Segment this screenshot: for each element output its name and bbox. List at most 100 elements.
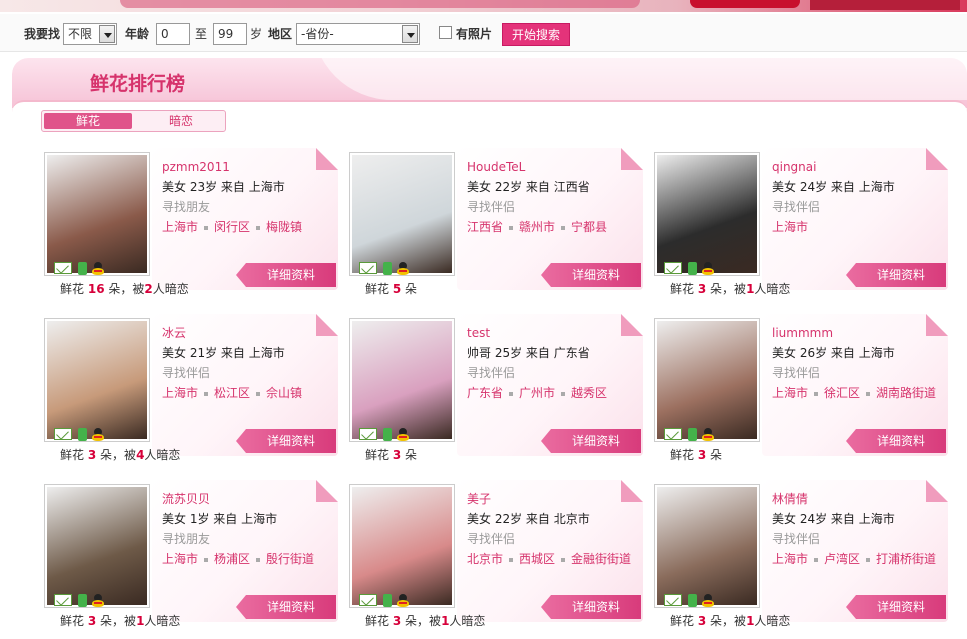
detail-button[interactable]: 详细资料	[541, 263, 641, 287]
qq-icon[interactable]	[92, 428, 104, 441]
detail-button[interactable]: 详细资料	[541, 429, 641, 453]
has-photo-checkbox[interactable]	[439, 26, 452, 39]
location-link[interactable]: 湖南路街道	[876, 386, 936, 400]
member-nickname[interactable]: qingnai	[772, 160, 816, 174]
phone-icon[interactable]	[383, 428, 392, 441]
mail-icon[interactable]	[54, 262, 72, 274]
qq-icon[interactable]	[702, 428, 714, 441]
member-nickname[interactable]: test	[467, 326, 490, 340]
phone-icon[interactable]	[688, 428, 697, 441]
location-link[interactable]: 闵行区	[214, 220, 250, 234]
phone-icon[interactable]	[688, 594, 697, 607]
member-photo[interactable]	[44, 152, 150, 276]
phone-icon[interactable]	[688, 262, 697, 275]
location-link[interactable]: 广东省	[467, 386, 503, 400]
member-photo[interactable]	[349, 152, 455, 276]
separator-dot	[561, 557, 566, 562]
phone-icon[interactable]	[78, 428, 87, 441]
location-link[interactable]: 佘山镇	[266, 386, 302, 400]
member-photo[interactable]	[654, 318, 760, 442]
location-link[interactable]: 上海市	[162, 386, 198, 400]
member-nickname[interactable]: HoudeTeL	[467, 160, 525, 174]
member-photo[interactable]	[349, 318, 455, 442]
location-link[interactable]: 金融街街道	[571, 552, 631, 566]
gender-value: 不限	[68, 27, 93, 41]
qq-icon[interactable]	[397, 262, 409, 275]
qq-icon[interactable]	[397, 594, 409, 607]
age-max-input[interactable]: 99	[213, 23, 247, 45]
mail-icon[interactable]	[359, 262, 377, 274]
tab-crush[interactable]: 暗恋	[138, 113, 224, 129]
phone-icon[interactable]	[78, 594, 87, 607]
mail-icon[interactable]	[664, 262, 682, 274]
location-link[interactable]: 上海市	[162, 220, 198, 234]
detail-button[interactable]: 详细资料	[236, 263, 336, 287]
location-link[interactable]: 越秀区	[571, 386, 607, 400]
mail-icon[interactable]	[664, 428, 682, 440]
member-description: 美女 24岁 来自 上海市	[772, 512, 895, 526]
member-nickname[interactable]: pzmm2011	[162, 160, 230, 174]
location-link[interactable]: 杨浦区	[214, 552, 250, 566]
member-photo[interactable]	[44, 484, 150, 608]
qq-icon[interactable]	[397, 428, 409, 441]
gender-select[interactable]: 不限	[63, 23, 117, 45]
qq-icon[interactable]	[92, 262, 104, 275]
location-link[interactable]: 赣州市	[519, 220, 555, 234]
location-link[interactable]: 上海市	[772, 220, 808, 234]
member-nickname[interactable]: 美子	[467, 492, 491, 506]
location-link[interactable]: 卢湾区	[824, 552, 860, 566]
location-link[interactable]: 上海市	[772, 552, 808, 566]
tab-bar: 鲜花 暗恋	[41, 110, 226, 132]
location-link[interactable]: 江西省	[467, 220, 503, 234]
mail-icon[interactable]	[664, 594, 682, 606]
qq-icon[interactable]	[92, 594, 104, 607]
mail-icon[interactable]	[54, 428, 72, 440]
tab-flowers[interactable]: 鲜花	[44, 113, 132, 129]
age-to-label: 至	[195, 27, 208, 41]
member-purpose: 寻找朋友	[162, 200, 211, 214]
member-card: liummmm 美女 26岁 来自 上海市 寻找伴侣 上海市 徐汇区 湖南路街道 详细资料鲜…	[654, 314, 954, 478]
detail-button[interactable]: 详细资料	[846, 429, 946, 453]
location-link[interactable]: 上海市	[162, 552, 198, 566]
member-photo[interactable]	[654, 152, 760, 276]
location-link[interactable]: 西城区	[519, 552, 555, 566]
mail-icon[interactable]	[359, 428, 377, 440]
member-nickname[interactable]: liummmm	[772, 326, 833, 340]
location-link[interactable]: 徐汇区	[824, 386, 860, 400]
location-link[interactable]: 宁都县	[571, 220, 607, 234]
location-link[interactable]: 北京市	[467, 552, 503, 566]
location-link[interactable]: 广州市	[519, 386, 555, 400]
member-description: 美女 22岁 来自 北京市	[467, 512, 590, 526]
phone-icon[interactable]	[383, 594, 392, 607]
separator-dot	[256, 391, 261, 396]
member-nickname[interactable]: 流苏贝贝	[162, 492, 210, 506]
member-photo[interactable]	[44, 318, 150, 442]
mail-icon[interactable]	[359, 594, 377, 606]
flower-count: 鲜花 3 朵	[365, 448, 418, 462]
detail-button[interactable]: 详细资料	[846, 263, 946, 287]
flower-count: 鲜花 5 朵	[365, 282, 418, 296]
detail-button[interactable]: 详细资料	[236, 595, 336, 619]
location-link[interactable]: 打浦桥街道	[876, 552, 936, 566]
detail-button[interactable]: 详细资料	[236, 429, 336, 453]
location-link[interactable]: 上海市	[772, 386, 808, 400]
corner-fold	[926, 480, 948, 502]
phone-icon[interactable]	[78, 262, 87, 275]
detail-button[interactable]: 详细资料	[541, 595, 641, 619]
age-min-input[interactable]: 0	[156, 23, 190, 45]
member-photo[interactable]	[654, 484, 760, 608]
location-link[interactable]: 梅陇镇	[266, 220, 302, 234]
member-nickname[interactable]: 冰云	[162, 326, 186, 340]
search-button[interactable]: 开始搜索	[502, 23, 570, 46]
qq-icon[interactable]	[702, 594, 714, 607]
member-nickname[interactable]: 林倩倩	[772, 492, 808, 506]
location-link[interactable]: 殷行街道	[266, 552, 314, 566]
qq-icon[interactable]	[702, 262, 714, 275]
mail-icon[interactable]	[54, 594, 72, 606]
detail-button[interactable]: 详细资料	[846, 595, 946, 619]
region-select[interactable]: -省份-	[296, 23, 420, 45]
location-link[interactable]: 松江区	[214, 386, 250, 400]
member-location: 北京市 西城区 金融街街道	[467, 552, 631, 566]
member-photo[interactable]	[349, 484, 455, 608]
phone-icon[interactable]	[383, 262, 392, 275]
